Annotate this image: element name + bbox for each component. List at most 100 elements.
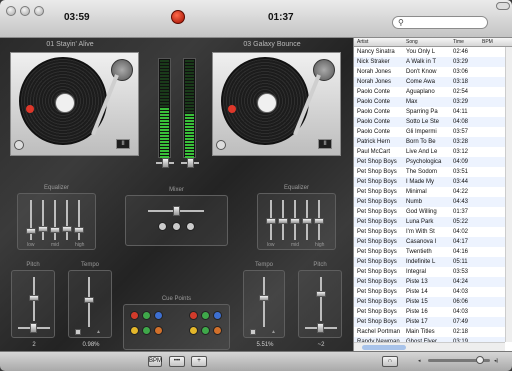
minimize-button[interactable]	[20, 6, 30, 16]
eq-left-band-3[interactable]	[50, 200, 60, 240]
eq-left-band-2[interactable]	[38, 200, 48, 240]
speed-knob[interactable]	[14, 140, 24, 150]
cue-left-4-button[interactable]	[130, 326, 139, 335]
volume-low-icon: ◂	[418, 358, 421, 364]
table-row[interactable]: Patrick Hern Born To Be 03:28	[354, 137, 505, 147]
table-row[interactable]: Pet Shop Boys Luna Park 05:22	[354, 217, 505, 227]
speed-knob[interactable]	[216, 140, 226, 150]
eq-right-band-5[interactable]	[314, 200, 324, 240]
cue-left-3-button[interactable]	[154, 311, 163, 320]
tempo-left-checkbox[interactable]	[75, 329, 81, 335]
column-bpm[interactable]: BPM	[482, 39, 493, 45]
tempo-left-slider[interactable]	[84, 277, 94, 327]
eq-left-band-4[interactable]	[62, 200, 72, 240]
column-artist[interactable]: Artist	[357, 39, 368, 45]
table-row[interactable]: Nancy Sinatra You Only L 02:46	[354, 47, 505, 57]
app-window: 03:59 01:37 ⚲ 01 Stayin' Alive 03 Galaxy…	[0, 0, 512, 371]
cue-right-3-button[interactable]	[213, 311, 222, 320]
pitch-left-fine-slider[interactable]	[18, 323, 50, 333]
tempo-right-checkbox[interactable]	[250, 329, 256, 335]
cell-artist: Pet Shop Boys	[357, 189, 397, 195]
column-song[interactable]: Song	[406, 39, 418, 45]
cell-artist: Paolo Conte	[357, 89, 391, 95]
options-button[interactable]: •••	[169, 356, 185, 367]
table-row[interactable]: Pet Shop Boys Numb 04:43	[354, 197, 505, 207]
table-row[interactable]: Pet Shop Boys Piste 13 04:24	[354, 277, 505, 287]
table-row[interactable]: Pet Shop Boys Piste 16 04:03	[354, 307, 505, 317]
table-row[interactable]: Pet Shop Boys I'm With St 04:02	[354, 227, 505, 237]
table-row[interactable]: Paolo Conte Sotto Le Ste 04:08	[354, 117, 505, 127]
mixer-center-button[interactable]	[172, 222, 181, 231]
cue-left-1-button[interactable]	[130, 311, 139, 320]
table-row[interactable]: Pet Shop Boys Piste 17 07:49	[354, 317, 505, 327]
deck-right-pause-button[interactable]: II	[318, 139, 332, 149]
lock-icon[interactable]: ▲	[96, 329, 101, 335]
table-row[interactable]: Pet Shop Boys I Made My 03:44	[354, 177, 505, 187]
cell-song: Piste 17	[406, 319, 428, 325]
cue-right-1-button[interactable]	[189, 311, 198, 320]
column-time[interactable]: Time	[453, 39, 464, 45]
table-row[interactable]: Nick Straker A Walk in T 03:29	[354, 57, 505, 67]
meter-right-slider[interactable]	[181, 158, 199, 168]
table-row[interactable]: Norah Jones Come Awa 03:18	[354, 77, 505, 87]
cue-right-4-button[interactable]	[189, 326, 198, 335]
table-row[interactable]: Paolo Conte Gli Impermi 03:57	[354, 127, 505, 137]
table-row[interactable]: Norah Jones Don't Know 03:06	[354, 67, 505, 77]
split-button[interactable]: +	[191, 356, 207, 367]
deck-left-turntable[interactable]: II	[10, 52, 139, 156]
deck-left-pause-button[interactable]: II	[116, 139, 130, 149]
meter-segment	[185, 63, 194, 65]
playlist-vertical-scrollbar[interactable]	[505, 47, 512, 342]
zoom-button[interactable]	[34, 6, 44, 16]
table-row[interactable]: Pet Shop Boys Integral 03:53	[354, 267, 505, 277]
eq-right-band-2[interactable]	[278, 200, 288, 240]
search-field[interactable]: ⚲	[392, 16, 488, 29]
table-row[interactable]: Paolo Conte Sparring Pa 04:11	[354, 107, 505, 117]
record-button[interactable]	[171, 10, 185, 24]
cue-right-6-button[interactable]	[213, 326, 222, 335]
crossfader[interactable]	[148, 206, 204, 216]
table-row[interactable]: Pet Shop Boys Piste 15 06:06	[354, 297, 505, 307]
meter-segment	[160, 96, 169, 98]
cell-song: Sotto Le Ste	[406, 119, 440, 125]
table-row[interactable]: Pet Shop Boys The Sodom 03:51	[354, 167, 505, 177]
scroll-thumb[interactable]	[362, 345, 406, 350]
eq-right-band-1[interactable]	[266, 200, 276, 240]
table-row[interactable]: Rachel Portman Main Titles 02:18	[354, 327, 505, 337]
cue-right-5-button[interactable]	[201, 326, 210, 335]
bpm-button[interactable]: BPM	[148, 356, 162, 367]
eq-right-band-3[interactable]	[290, 200, 300, 240]
table-row[interactable]: Pet Shop Boys God Willing 01:37	[354, 207, 505, 217]
headphones-icon[interactable]: ∩	[382, 356, 398, 367]
pitch-right-fine-slider[interactable]	[305, 323, 337, 333]
cue-right-2-button[interactable]	[201, 311, 210, 320]
eq-right-band-4[interactable]	[302, 200, 312, 240]
cue-left-2-button[interactable]	[142, 311, 151, 320]
table-row[interactable]: Pet Shop Boys Piste 14 04:03	[354, 287, 505, 297]
table-row[interactable]: Pet Shop Boys Indefinite L 05:11	[354, 257, 505, 267]
deck-right-turntable[interactable]: II	[212, 52, 341, 156]
tempo-right-slider[interactable]	[259, 277, 269, 327]
table-row[interactable]: Pet Shop Boys Psychologica 04:09	[354, 157, 505, 167]
mixer-left-button[interactable]	[158, 222, 167, 231]
eq-left-band-5[interactable]	[74, 200, 84, 240]
table-row[interactable]: Paolo Conte Max 03:29	[354, 97, 505, 107]
table-row[interactable]: Pet Shop Boys Casanova I 04:17	[354, 237, 505, 247]
table-row[interactable]: Pet Shop Boys Twentieth 04:16	[354, 247, 505, 257]
pitch-right-slider[interactable]	[316, 277, 326, 321]
mixer-right-button[interactable]	[186, 222, 195, 231]
cue-left-6-button[interactable]	[154, 326, 163, 335]
playlist-horizontal-scrollbar[interactable]	[354, 342, 505, 351]
cue-left-5-button[interactable]	[142, 326, 151, 335]
close-button[interactable]	[6, 6, 16, 16]
meter-left-slider[interactable]	[156, 158, 174, 168]
pitch-left-slider[interactable]	[29, 277, 39, 321]
lock-icon[interactable]: ▲	[271, 329, 276, 335]
level-meter-right	[183, 58, 196, 158]
eq-left-band-1[interactable]	[26, 200, 36, 240]
table-row[interactable]: Paolo Conte Aguaplano 02:54	[354, 87, 505, 97]
table-row[interactable]: Pet Shop Boys Minimal 04:22	[354, 187, 505, 197]
toolbar-toggle-button[interactable]	[496, 2, 510, 10]
volume-slider[interactable]	[428, 356, 490, 364]
table-row[interactable]: Paul McCart Live And Le 03:12	[354, 147, 505, 157]
